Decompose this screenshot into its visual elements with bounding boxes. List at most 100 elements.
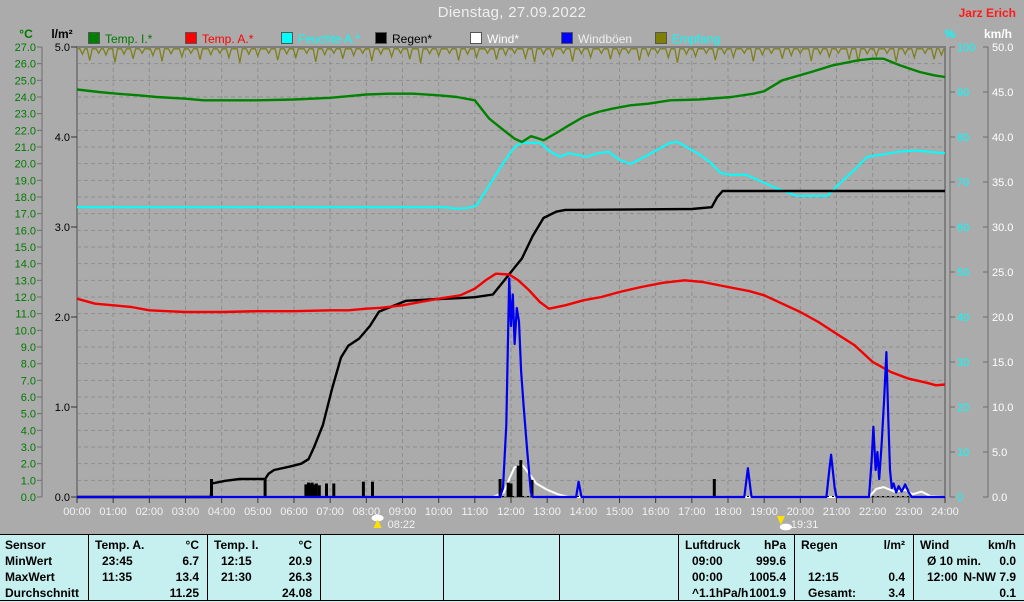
svg-text:11.0: 11.0 — [15, 309, 36, 321]
table-col-unit: °C — [185, 538, 199, 552]
table-cell-value: 0.0 — [999, 554, 1016, 568]
table-divider — [88, 535, 89, 601]
table-cell-value: 1001.9 — [749, 586, 786, 600]
table-col-unit: km/h — [987, 538, 1016, 552]
table-cell-value: 0.1 — [999, 586, 1016, 600]
svg-text:16.0: 16.0 — [15, 225, 36, 237]
table-divider — [320, 535, 321, 601]
svg-text:13.0: 13.0 — [15, 275, 36, 287]
svg-text:21.0: 21.0 — [15, 142, 36, 154]
svg-text:12.0: 12.0 — [15, 292, 36, 304]
hour-label: 22:00 — [859, 506, 887, 518]
rain-bar — [712, 479, 716, 497]
sunset-icon — [776, 516, 792, 531]
stats-table: Sensor MinWert MaxWert Durchschnitt Temp. A.… — [0, 534, 1024, 602]
table-divider — [443, 535, 444, 601]
svg-text:10.0: 10.0 — [992, 402, 1013, 414]
rain-bar — [509, 483, 513, 497]
svg-text:30: 30 — [957, 357, 969, 369]
sunrise-icon — [371, 514, 384, 528]
hour-label: 11:00 — [461, 506, 488, 518]
table-divider — [207, 535, 208, 601]
hour-label: 21:00 — [823, 506, 851, 518]
svg-text:100: 100 — [957, 42, 975, 54]
svg-text:40: 40 — [957, 312, 969, 324]
hour-label: 00:00 — [63, 506, 91, 518]
svg-text:3.0: 3.0 — [55, 222, 70, 234]
weather-app-window: Dienstag, 27.09.2022 Jarz Erich °C l/m² … — [0, 0, 1024, 602]
svg-text:15.0: 15.0 — [15, 242, 36, 254]
table-cell-value: N-NW 7.9 — [963, 570, 1016, 584]
hour-label: 23:00 — [895, 506, 923, 518]
hour-label: 15:00 — [606, 506, 634, 518]
svg-text:6.0: 6.0 — [21, 392, 36, 404]
table-cell-value: 11.25 — [169, 586, 199, 600]
svg-text:27.0: 27.0 — [15, 42, 36, 54]
svg-text:5.0: 5.0 — [21, 409, 36, 421]
hour-label: 02:00 — [136, 506, 164, 518]
svg-text:8.0: 8.0 — [21, 359, 36, 371]
hour-label: 06:00 — [280, 506, 308, 518]
rain-bar — [506, 482, 510, 497]
rain-bar — [263, 479, 267, 497]
table-col-unit: hPa — [763, 538, 786, 552]
hour-label: 10:00 — [425, 506, 453, 518]
table-row-label: Durchschnitt — [5, 586, 80, 600]
table-cell-value: 26.3 — [288, 570, 312, 584]
svg-text:7.0: 7.0 — [21, 375, 36, 387]
svg-text:0.0: 0.0 — [55, 492, 70, 504]
svg-text:10.0: 10.0 — [15, 325, 36, 337]
table-row-label: MaxWert — [5, 570, 55, 584]
rain-bar — [304, 484, 308, 497]
table-cell-value: 24.08 — [281, 586, 312, 600]
weather-chart: 0.0 1.0 2.0 3.0 4.0 5.0 6.0 7.0 8.0 9.0 10.0 11.0 12… — [15, 42, 1014, 531]
table-row-label: Sensor — [5, 538, 46, 552]
svg-text:60: 60 — [957, 222, 969, 234]
rain-bar — [519, 460, 523, 497]
svg-text:4.0: 4.0 — [55, 132, 70, 144]
table-row-label: MinWert — [5, 554, 53, 568]
svg-text:5.0: 5.0 — [55, 42, 70, 54]
table-divider — [794, 535, 795, 601]
svg-text:50: 50 — [957, 267, 969, 279]
table-cell-value: 1005.4 — [749, 570, 786, 584]
rain-bar — [317, 485, 321, 497]
hour-label: 18:00 — [714, 506, 742, 518]
svg-text:2.0: 2.0 — [21, 459, 36, 471]
hour-label: 19:00 — [750, 506, 778, 518]
svg-text:0: 0 — [957, 492, 963, 504]
hour-label: 03:00 — [172, 506, 200, 518]
table-cell-value: 20.9 — [288, 554, 312, 568]
hour-label: 01:00 — [99, 506, 127, 518]
svg-text:5.0: 5.0 — [992, 447, 1007, 459]
svg-text:35.0: 35.0 — [992, 177, 1013, 189]
rain-bar — [314, 483, 318, 497]
table-cell-value: 0.4 — [888, 570, 905, 584]
svg-text:22.0: 22.0 — [15, 125, 36, 137]
table-col-unit: °C — [298, 538, 312, 552]
svg-text:20.0: 20.0 — [15, 159, 36, 171]
svg-text:9.0: 9.0 — [21, 342, 36, 354]
hour-label: 14:00 — [570, 506, 598, 518]
svg-text:17.0: 17.0 — [15, 209, 36, 221]
svg-text:25.0: 25.0 — [15, 75, 36, 87]
svg-text:1.0: 1.0 — [21, 475, 36, 487]
hour-label: 20:00 — [787, 506, 815, 518]
svg-text:23.0: 23.0 — [15, 109, 36, 121]
hour-label: 04:00 — [208, 506, 236, 518]
rain-bar — [325, 483, 328, 497]
hour-label: 09:00 — [389, 506, 417, 518]
hour-label: 17:00 — [678, 506, 706, 518]
svg-text:50.0: 50.0 — [992, 42, 1013, 54]
svg-text:14.0: 14.0 — [15, 259, 36, 271]
table-bottom-border — [0, 600, 1024, 601]
svg-text:4.0: 4.0 — [21, 425, 36, 437]
svg-text:10: 10 — [957, 447, 969, 459]
rain-bar — [516, 465, 520, 497]
svg-text:40.0: 40.0 — [992, 132, 1013, 144]
rain-bar — [361, 481, 365, 497]
table-cell-value: 6.7 — [182, 554, 199, 568]
rain-bar — [332, 483, 336, 497]
table-cell-value: 999.6 — [755, 554, 786, 568]
svg-text:70: 70 — [957, 177, 969, 189]
